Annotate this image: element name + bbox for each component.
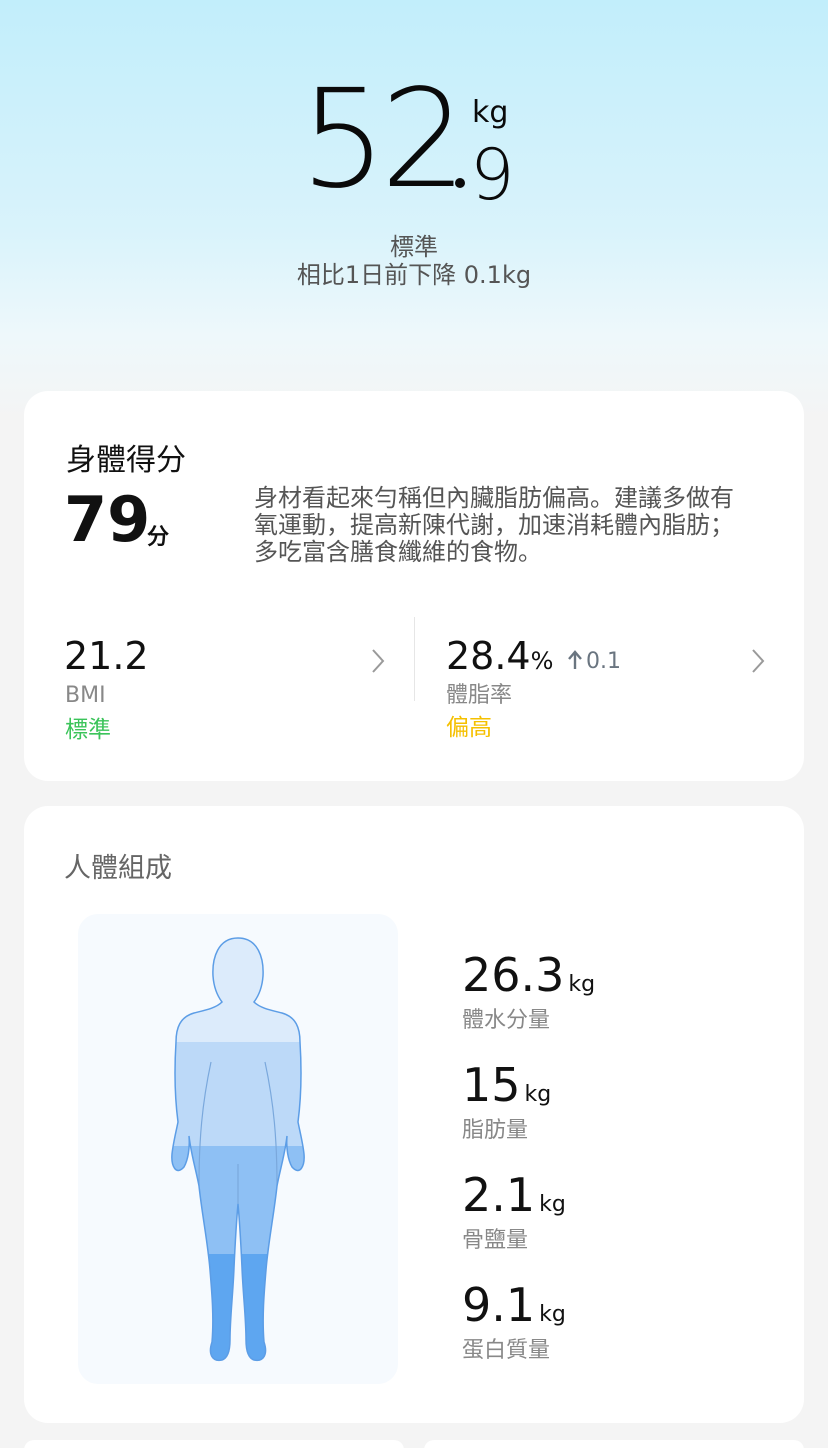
body-score-unit: 分	[147, 525, 170, 550]
metric-divider	[414, 617, 415, 701]
bone-mass-unit: kg	[539, 1192, 566, 1217]
body-fat-status: 偏高	[446, 715, 492, 741]
body-score-description: 身材看起來勻稱但內臟脂肪偏高。建議多做有氧運動，提高新陳代謝，加速消耗體內脂肪；…	[254, 484, 734, 566]
weight-decimal-point	[455, 178, 465, 188]
body-figure-panel	[78, 914, 398, 1384]
protein-mass-unit: kg	[539, 1302, 566, 1327]
chevron-right-icon[interactable]	[369, 647, 387, 675]
bone-mass-value: 2.1	[462, 1168, 536, 1222]
body-figure-icon	[171, 937, 305, 1362]
body-fat-change-value: 0.1	[586, 649, 621, 674]
bone-mass-label: 骨鹽量	[462, 1228, 529, 1253]
bmi-label: BMI	[65, 683, 106, 708]
weight-status: 標準	[390, 233, 438, 261]
body-score-value: 79	[64, 483, 151, 556]
weight-change: 相比1日前下降 0.1kg	[296, 261, 532, 289]
body-fat-value: 28.4	[446, 634, 531, 678]
next-card-left	[24, 1440, 404, 1448]
bmi-value: 21.2	[64, 634, 149, 678]
body-fat-unit: %	[530, 647, 554, 675]
fat-mass-item: 15 kg 脂肪量	[462, 1062, 551, 1144]
protein-mass-label: 蛋白質量	[462, 1338, 551, 1363]
arrow-up-icon	[568, 650, 582, 669]
fat-mass-label: 脂肪量	[462, 1118, 529, 1143]
weight-header: 52 9 kg 標準 相比1日前下降 0.1kg	[0, 0, 828, 420]
body-water-item: 26.3 kg 體水分量	[462, 952, 595, 1034]
body-fat-change: 0.1	[566, 649, 621, 673]
fat-mass-unit: kg	[524, 1082, 552, 1107]
body-composition-card[interactable]: 人體組成 26.3 kg 體水分量 15 kg 脂肪量 2.1 kg 骨鹽量 9…	[24, 806, 804, 1423]
bmi-status: 標準	[65, 717, 111, 743]
weight-decimal: 9	[470, 134, 515, 216]
chevron-right-icon[interactable]	[749, 647, 767, 675]
body-score-title: 身體得分	[66, 443, 186, 478]
next-card-right	[424, 1440, 804, 1448]
body-score-card: 身體得分 79 分 身材看起來勻稱但內臟脂肪偏高。建議多做有氧運動，提高新陳代謝…	[24, 391, 804, 781]
body-fat-label: 體脂率	[446, 683, 513, 708]
bone-mass-item: 2.1 kg 骨鹽量	[462, 1172, 566, 1254]
protein-mass-value: 9.1	[462, 1278, 536, 1332]
body-water-value: 26.3	[462, 948, 565, 1002]
weight-unit: kg	[472, 95, 509, 130]
weight-integer: 52	[300, 61, 467, 219]
body-composition-title: 人體組成	[64, 853, 172, 884]
protein-mass-item: 9.1 kg 蛋白質量	[462, 1282, 566, 1364]
body-fat-value-row: 28.4%	[446, 637, 553, 675]
body-water-label: 體水分量	[462, 1008, 551, 1033]
body-water-unit: kg	[568, 972, 596, 997]
fat-mass-value: 15	[462, 1058, 521, 1112]
